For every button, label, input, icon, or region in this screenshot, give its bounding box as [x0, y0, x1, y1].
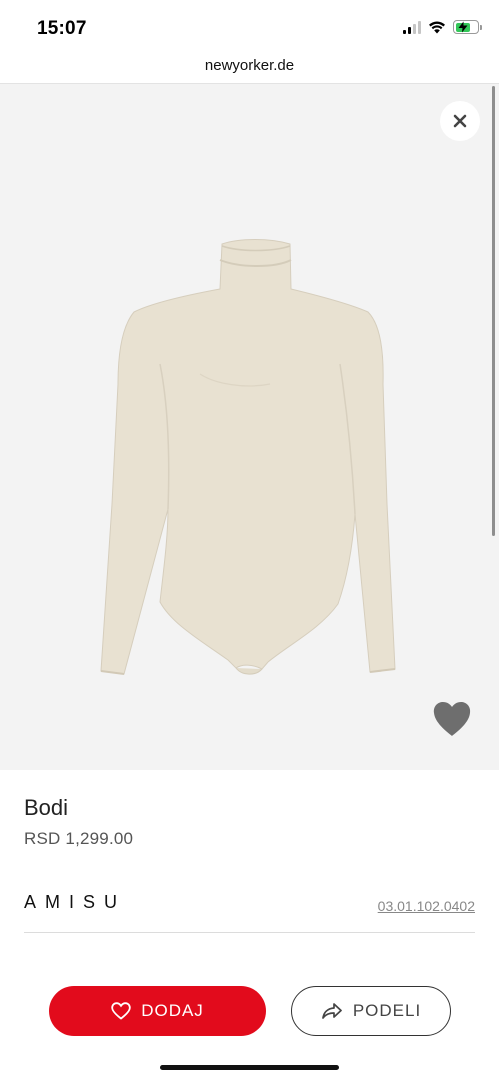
product-price: RSD 1,299.00	[24, 829, 134, 848]
product-image-area[interactable]	[0, 84, 499, 770]
add-button-label: DODAJ	[141, 1001, 204, 1020]
share-button[interactable]: PODELI	[291, 986, 451, 1036]
status-time: 15:07	[37, 18, 87, 39]
home-indicator[interactable]	[160, 1065, 339, 1070]
add-to-wishlist-button[interactable]: DODAJ	[49, 986, 266, 1036]
status-icons	[403, 20, 482, 34]
status-bar: 15:07	[0, 0, 499, 54]
product-title: Bodi	[24, 795, 69, 820]
browser-url[interactable]: newyorker.de	[0, 54, 499, 84]
share-arrow-icon	[321, 1003, 342, 1019]
article-number[interactable]: 03.01.102.0402	[378, 898, 475, 914]
share-button-label: PODELI	[352, 1001, 422, 1020]
scroll-indicator[interactable]	[492, 86, 495, 536]
cellular-signal-icon	[403, 20, 421, 34]
brand-logo[interactable]: AMISU	[24, 892, 126, 913]
heart-icon[interactable]	[432, 700, 472, 738]
wifi-icon	[429, 21, 445, 34]
close-icon	[453, 114, 467, 128]
turtleneck-bodysuit-image	[100, 239, 396, 675]
close-button[interactable]	[440, 101, 480, 141]
battery-charging-icon	[453, 20, 482, 34]
heart-outline-icon	[111, 1002, 131, 1020]
divider	[24, 932, 475, 933]
